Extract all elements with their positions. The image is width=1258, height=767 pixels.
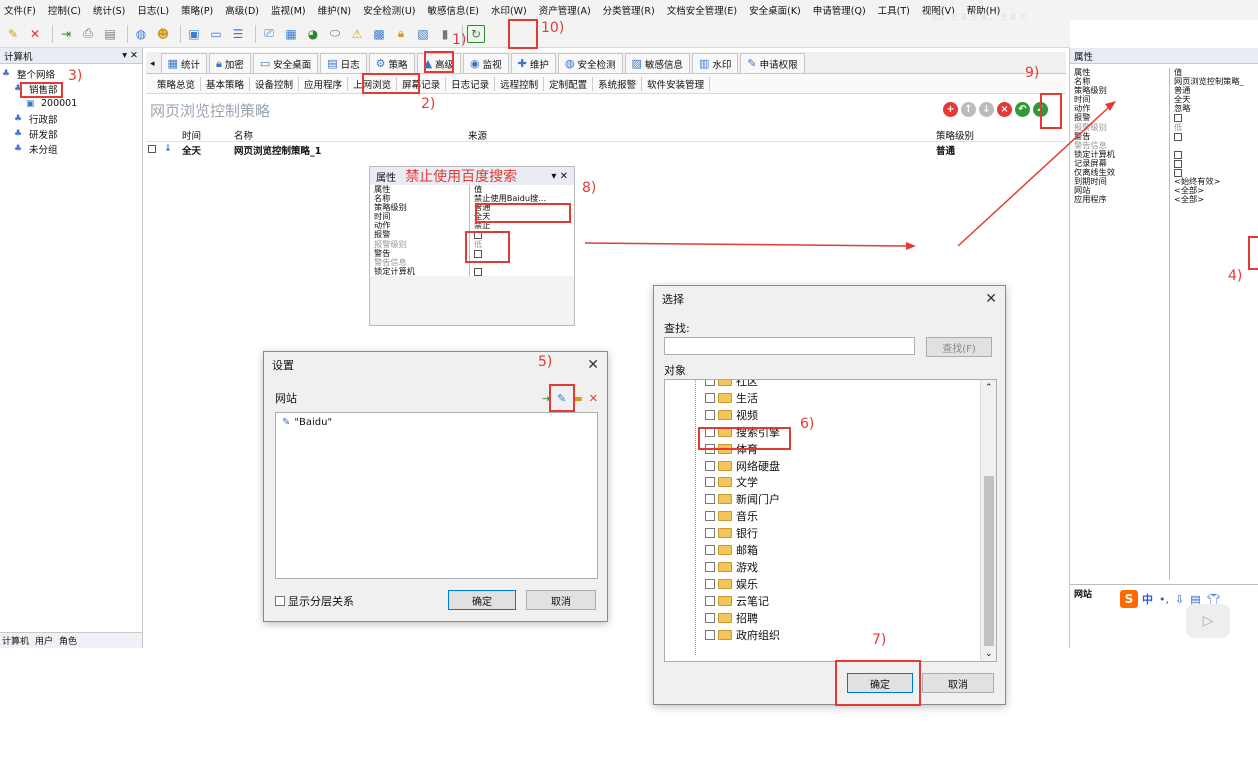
annotation-10: 10) <box>541 20 565 36</box>
annotation-arrows <box>584 101 1116 250</box>
annotation-3: 3) <box>68 68 83 84</box>
highlight-select-ok <box>835 660 921 706</box>
annotation-1: 1) <box>452 32 467 48</box>
highlight-save <box>1040 93 1062 129</box>
annotation-2: 2) <box>421 96 436 112</box>
annotation-9: 9) <box>1025 65 1040 81</box>
annotation-4: 4) <box>1228 268 1243 284</box>
annotation-8: 8) <box>582 180 597 196</box>
annotation-6: 6) <box>800 416 815 432</box>
highlight-search-engine <box>698 427 791 450</box>
highlight-web-tab <box>362 73 420 94</box>
ime-punct-icon[interactable]: •, <box>1159 593 1169 606</box>
arrow-head <box>906 242 916 250</box>
arrow-line <box>957 107 1109 247</box>
annotation-5: 5) <box>538 354 553 370</box>
play-icon[interactable]: ▷ <box>1186 604 1230 638</box>
highlight-popup-name <box>475 203 571 223</box>
highlight-policy-tab <box>424 51 454 73</box>
ime-mode[interactable]: 中 <box>1142 591 1153 607</box>
highlight-website-row <box>1248 236 1258 270</box>
highlight-refresh <box>508 19 538 49</box>
annotation-7: 7) <box>872 632 887 648</box>
highlight-sales-dept <box>20 82 63 98</box>
ime-mic-icon[interactable]: ⇩ <box>1175 593 1184 606</box>
arrow-line <box>584 242 909 247</box>
ime-logo-icon[interactable]: S <box>1120 590 1138 608</box>
highlight-folder-button <box>549 384 575 412</box>
highlight-popup-time-action <box>465 231 510 263</box>
